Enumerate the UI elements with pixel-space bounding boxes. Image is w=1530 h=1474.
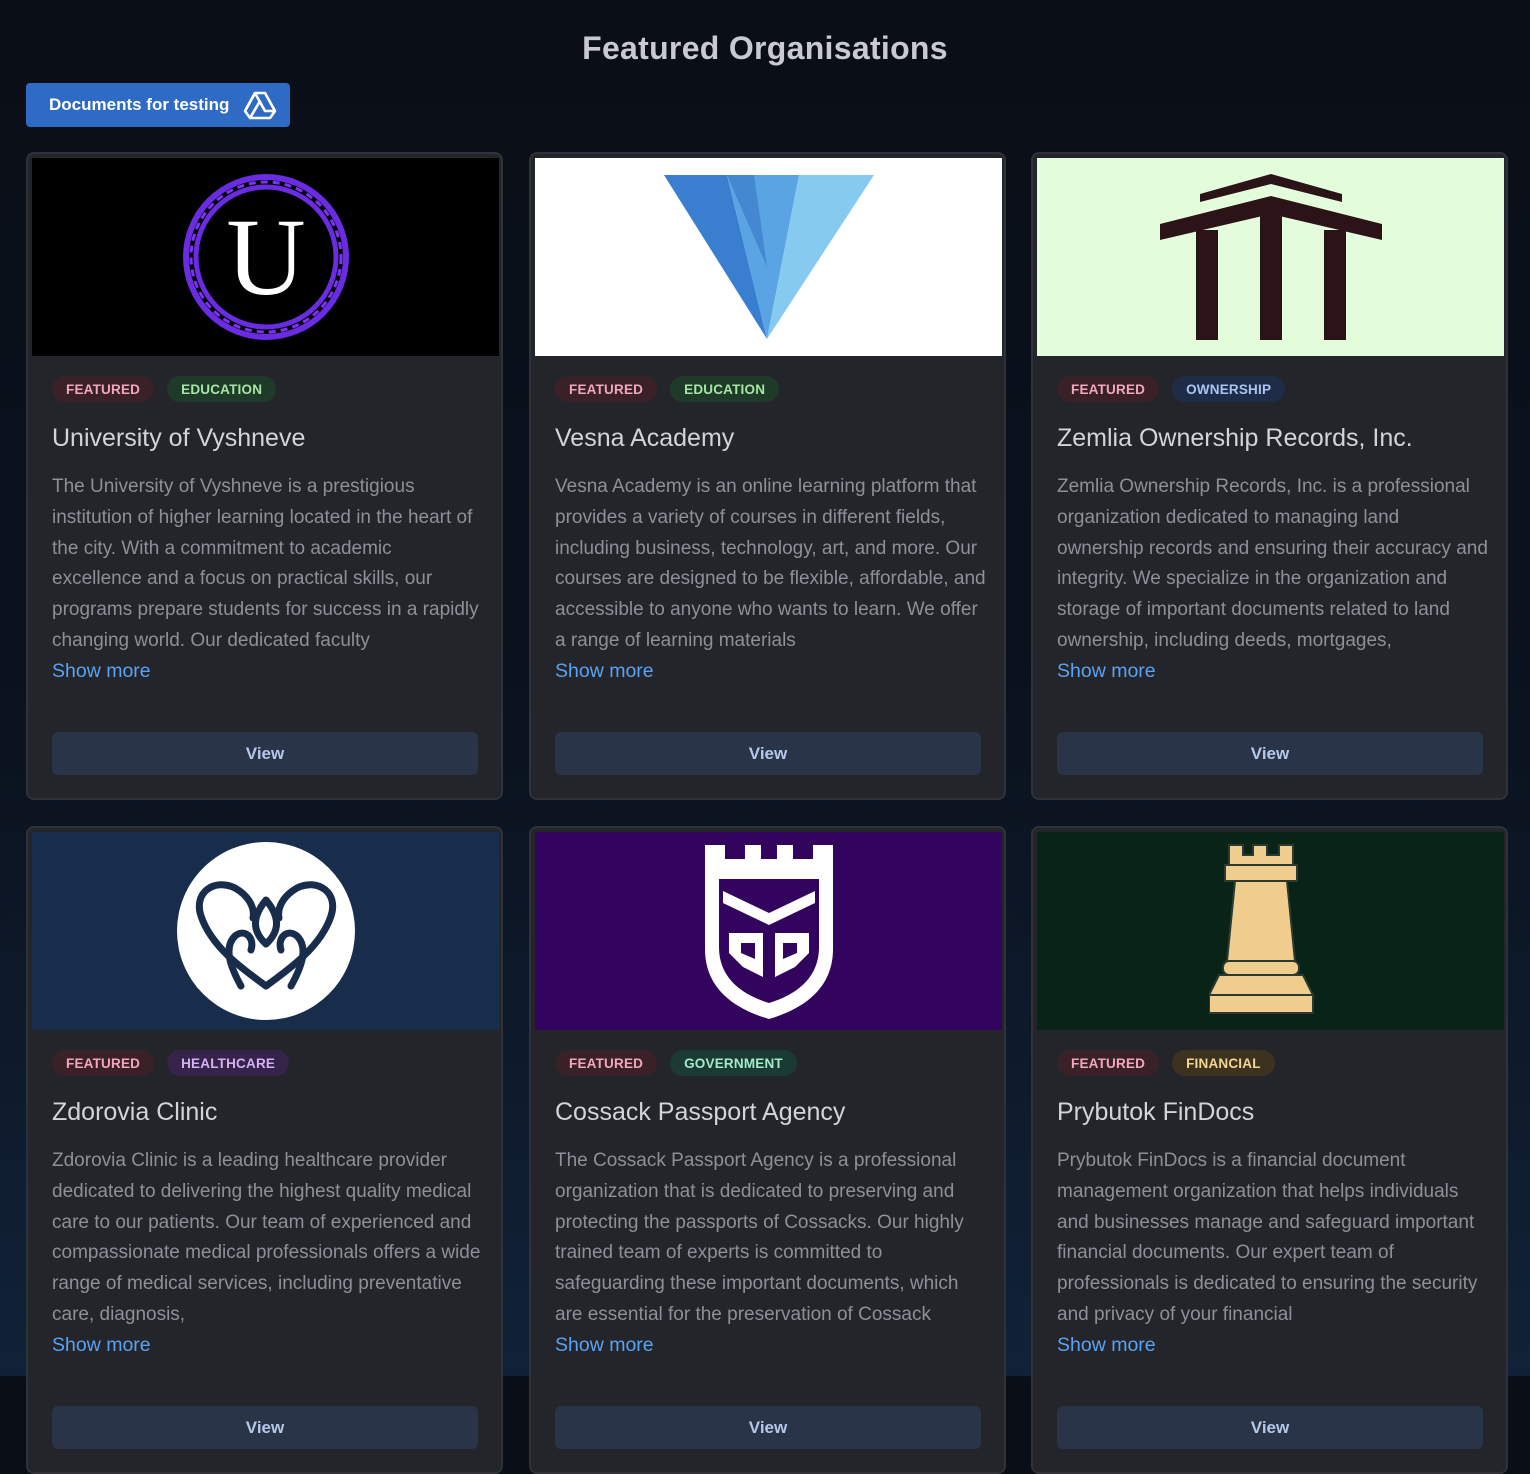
organisation-description: The Cossack Passport Agency is a profess… xyxy=(555,1150,964,1325)
show-more-link[interactable]: Show more xyxy=(1057,660,1156,683)
vesna-v-logo xyxy=(663,175,874,339)
organisation-card: FEATURED OWNERSHIP Zemlia Ownership Reco… xyxy=(1031,152,1508,800)
organisation-card: U FEATURED EDUCATION University of Vyshn… xyxy=(26,152,503,800)
card-banner xyxy=(1037,832,1504,1030)
show-more-link[interactable]: Show more xyxy=(52,1334,151,1357)
organisation-card: FEATURED FINANCIAL Prybutok FinDocs Pryb… xyxy=(1031,826,1508,1474)
tag-education: EDUCATION xyxy=(167,376,277,402)
card-tags: FEATURED HEALTHCARE xyxy=(52,1050,290,1076)
card-tags: FEATURED OWNERSHIP xyxy=(1057,376,1286,402)
tag-financial: FINANCIAL xyxy=(1172,1050,1275,1076)
organisation-description: Zdorovia Clinic is a leading healthcare … xyxy=(52,1150,481,1325)
organisation-name: University of Vyshneve xyxy=(52,424,306,452)
tag-education: EDUCATION xyxy=(670,376,780,402)
university-u-logo: U xyxy=(182,174,349,340)
chess-rook-logo xyxy=(1208,844,1315,1014)
tag-featured: FEATURED xyxy=(555,1050,658,1076)
card-tags: FEATURED EDUCATION xyxy=(52,376,277,402)
view-button[interactable]: View xyxy=(1057,1406,1483,1449)
card-tags: FEATURED EDUCATION xyxy=(555,376,780,402)
show-more-link[interactable]: Show more xyxy=(555,1334,654,1357)
svg-text:U: U xyxy=(226,196,305,318)
card-banner xyxy=(1037,158,1504,356)
organisation-description: Vesna Academy is an online learning plat… xyxy=(555,476,986,651)
card-tags: FEATURED GOVERNMENT xyxy=(555,1050,797,1076)
columns-building-logo xyxy=(1159,174,1382,340)
card-banner: U xyxy=(32,158,499,356)
show-more-link[interactable]: Show more xyxy=(52,660,151,683)
view-button[interactable]: View xyxy=(52,732,478,775)
card-banner xyxy=(535,832,1002,1030)
show-more-link[interactable]: Show more xyxy=(555,660,654,683)
tag-healthcare: HEALTHCARE xyxy=(167,1050,290,1076)
tag-featured: FEATURED xyxy=(52,1050,155,1076)
organisation-card: FEATURED HEALTHCARE Zdorovia Clinic Zdor… xyxy=(26,826,503,1474)
castle-book-shield-logo xyxy=(704,845,833,1019)
organisation-description: Prybutok FinDocs is a financial document… xyxy=(1057,1150,1478,1325)
view-button[interactable]: View xyxy=(555,1406,981,1449)
organisation-name: Cossack Passport Agency xyxy=(555,1098,846,1126)
tag-featured: FEATURED xyxy=(1057,376,1160,402)
organisation-card: FEATURED EDUCATION Vesna Academy Vesna A… xyxy=(529,152,1006,800)
organisation-name: Prybutok FinDocs xyxy=(1057,1098,1255,1126)
organisation-name: Vesna Academy xyxy=(555,424,735,452)
organisation-description: Zemlia Ownership Records, Inc. is a prof… xyxy=(1057,476,1488,651)
page-title: Featured Organisations xyxy=(582,30,948,66)
tag-government: GOVERNMENT xyxy=(670,1050,797,1076)
google-drive-icon xyxy=(243,90,277,120)
organisation-description: The University of Vyshneve is a prestigi… xyxy=(52,476,479,651)
organisation-name: Zdorovia Clinic xyxy=(52,1098,218,1126)
documents-button-label: Documents for testing xyxy=(49,95,230,114)
tag-featured: FEATURED xyxy=(555,376,658,402)
card-banner xyxy=(535,158,1002,356)
view-button[interactable]: View xyxy=(1057,732,1483,775)
documents-for-testing-button[interactable]: Documents for testing xyxy=(26,83,290,127)
view-button[interactable]: View xyxy=(555,732,981,775)
view-button[interactable]: View xyxy=(52,1406,478,1449)
organisation-card: FEATURED GOVERNMENT Cossack Passport Age… xyxy=(529,826,1006,1474)
tag-featured: FEATURED xyxy=(1057,1050,1160,1076)
tag-featured: FEATURED xyxy=(52,376,155,402)
hands-heart-logo xyxy=(176,842,355,1020)
card-tags: FEATURED FINANCIAL xyxy=(1057,1050,1275,1076)
show-more-link[interactable]: Show more xyxy=(1057,1334,1156,1357)
organisation-name: Zemlia Ownership Records, Inc. xyxy=(1057,424,1413,452)
card-banner xyxy=(32,832,499,1030)
tag-ownership: OWNERSHIP xyxy=(1172,376,1286,402)
